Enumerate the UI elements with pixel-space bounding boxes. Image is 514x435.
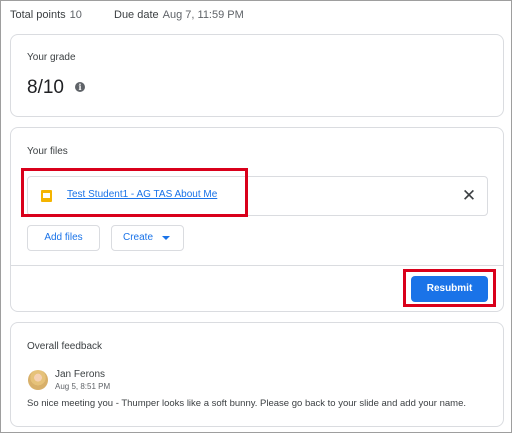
comment-author: Jan Ferons — [55, 369, 106, 380]
due-date-label: Due date — [114, 9, 159, 21]
files-title: Your files — [27, 146, 68, 157]
total-points-value: 10 — [69, 9, 82, 21]
assignment-panel: Total points 10 Due date Aug 7, 11:59 PM Y… — [0, 0, 512, 433]
grade-value: 8/10 — [27, 77, 64, 98]
file-highlight-box — [21, 168, 248, 217]
chevron-down-icon — [162, 236, 170, 240]
create-label: Create — [123, 232, 154, 243]
info-icon[interactable]: i — [75, 82, 85, 92]
grade-title: Your grade — [27, 52, 76, 63]
create-button[interactable]: Create — [111, 225, 184, 251]
assignment-meta: Total points 10 Due date Aug 7, 11:59 PM — [10, 9, 244, 23]
resubmit-highlight-box — [403, 269, 496, 307]
feedback-card: Overall feedback Jan Ferons Aug 5, 8:51 … — [10, 322, 504, 427]
divider — [11, 265, 503, 266]
due-date: Due date Aug 7, 11:59 PM — [114, 9, 244, 21]
close-icon[interactable]: ✕ — [461, 187, 477, 204]
due-date-value: Aug 7, 11:59 PM — [162, 9, 244, 21]
total-points-label: Total points — [10, 9, 66, 21]
add-files-button[interactable]: Add files — [27, 225, 100, 251]
comment-timestamp: Aug 5, 8:51 PM — [55, 382, 111, 391]
comment-text: So nice meeting you - Thumper looks like… — [27, 398, 467, 409]
avatar — [28, 370, 48, 390]
grade-card: Your grade 8/10 i — [10, 34, 504, 117]
feedback-title: Overall feedback — [27, 341, 103, 352]
